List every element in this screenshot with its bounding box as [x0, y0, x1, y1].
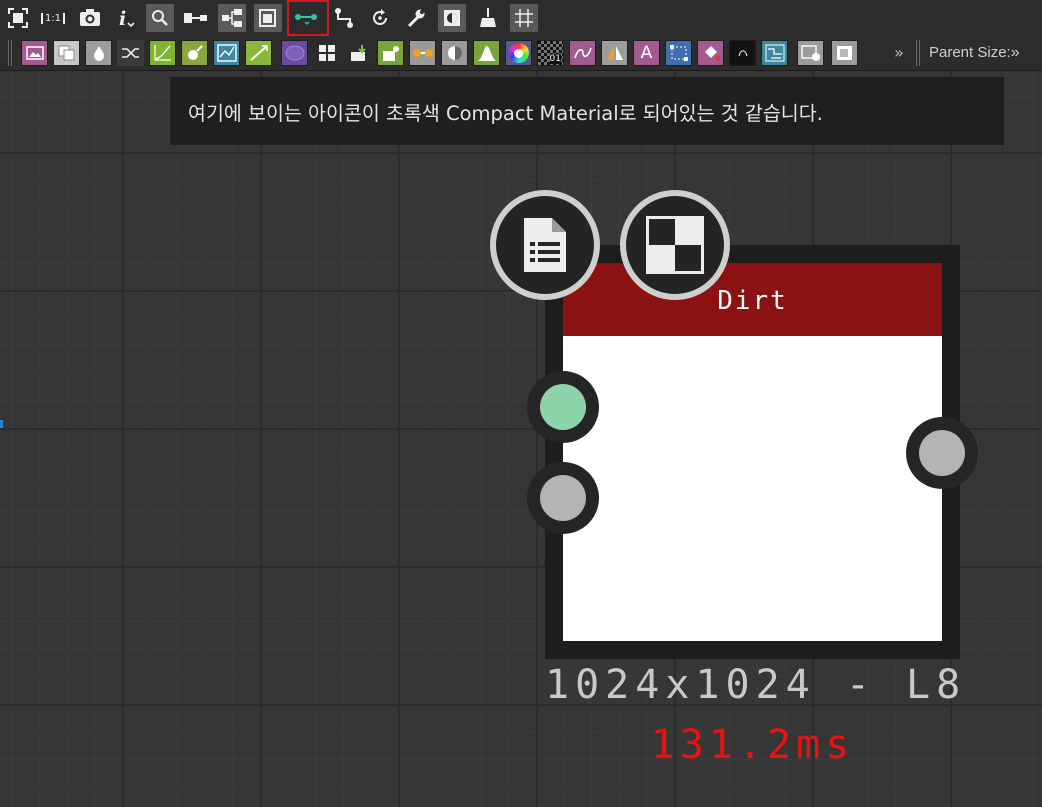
noise-value: 01: [549, 54, 561, 64]
input-port-2[interactable]: [527, 462, 599, 534]
document-badge[interactable]: [490, 190, 600, 300]
library-more-button[interactable]: »: [889, 43, 909, 62]
node-title[interactable]: Dirt: [563, 263, 942, 336]
import-icon[interactable]: [345, 40, 372, 66]
gradient-icon[interactable]: [245, 40, 272, 66]
warp-icon[interactable]: [213, 40, 240, 66]
text-tile-label: A: [640, 43, 653, 63]
frames-icon[interactable]: [254, 4, 282, 32]
output-port[interactable]: [906, 417, 978, 489]
paint-icon[interactable]: [377, 40, 404, 66]
link-icon[interactable]: [409, 40, 436, 66]
parent-size-dropdown[interactable]: Parent Size:»: [929, 44, 1020, 62]
frame-icon[interactable]: [831, 40, 858, 66]
node-resolution: 1024x1024 - L8: [545, 662, 967, 708]
camera-icon[interactable]: [76, 4, 104, 32]
zoom-label: 1:1: [40, 12, 66, 24]
tile-icon[interactable]: [313, 40, 340, 66]
toolbar-separator: [916, 40, 922, 66]
graph-toolbar: 1:1 i: [0, 0, 1042, 36]
mirror-icon[interactable]: [601, 40, 628, 66]
rotate-icon[interactable]: [366, 4, 394, 32]
histogram-icon[interactable]: [473, 40, 500, 66]
node-compute-time: 131.2ms: [650, 722, 855, 768]
info-icon[interactable]: i: [112, 4, 140, 32]
image-icon[interactable]: [21, 40, 48, 66]
library-toolbar: 01 A » Parent Size:»: [0, 36, 1042, 71]
parent-size-label: Parent Size:: [929, 44, 1011, 61]
node-thumbnail[interactable]: [563, 336, 942, 641]
tooltip-text: 여기에 보이는 아이콘이 초록색 Compact Material로 되어있는 …: [188, 102, 823, 125]
layers-icon[interactable]: [53, 40, 80, 66]
circle-icon[interactable]: [281, 40, 308, 66]
pattern-icon[interactable]: [761, 40, 788, 66]
grid-snap-icon[interactable]: [510, 4, 538, 32]
parent-size-more: »: [1010, 44, 1020, 61]
noise-icon[interactable]: 01: [537, 40, 564, 66]
hierarchy-icon[interactable]: [218, 4, 246, 32]
toolbar-grip[interactable]: [8, 40, 14, 66]
curve-icon[interactable]: [149, 40, 176, 66]
fill-icon[interactable]: [697, 40, 724, 66]
document-icon: [524, 218, 566, 272]
checker-badge[interactable]: [620, 190, 730, 300]
svg-text:i: i: [119, 8, 126, 29]
preview-icon[interactable]: [438, 4, 466, 32]
clean-icon[interactable]: [474, 4, 502, 32]
zoom-1-1-icon[interactable]: 1:1: [38, 4, 68, 32]
canvas-edge-marker: [0, 420, 3, 428]
drop-icon[interactable]: [85, 40, 112, 66]
link-nodes-icon[interactable]: [182, 4, 210, 32]
fx-icon[interactable]: [181, 40, 208, 66]
connect-icon[interactable]: [330, 4, 358, 32]
magnifier-icon[interactable]: [146, 4, 174, 32]
output-icon[interactable]: [797, 40, 824, 66]
selection-highlight: [287, 0, 329, 36]
color-wheel-icon[interactable]: [505, 40, 532, 66]
spline-icon[interactable]: [569, 40, 596, 66]
blend-icon[interactable]: [441, 40, 468, 66]
tooltip: 여기에 보이는 아이콘이 초록색 Compact Material로 되어있는 …: [170, 77, 1004, 145]
shuffle-icon[interactable]: [117, 40, 144, 66]
checker-icon: [646, 216, 704, 274]
wrench-icon[interactable]: [402, 4, 430, 32]
fit-view-icon[interactable]: [4, 4, 32, 32]
input-port-1[interactable]: [527, 371, 599, 443]
transform-icon[interactable]: [665, 40, 692, 66]
value-icon[interactable]: [729, 40, 756, 66]
text-icon[interactable]: A: [633, 40, 660, 66]
